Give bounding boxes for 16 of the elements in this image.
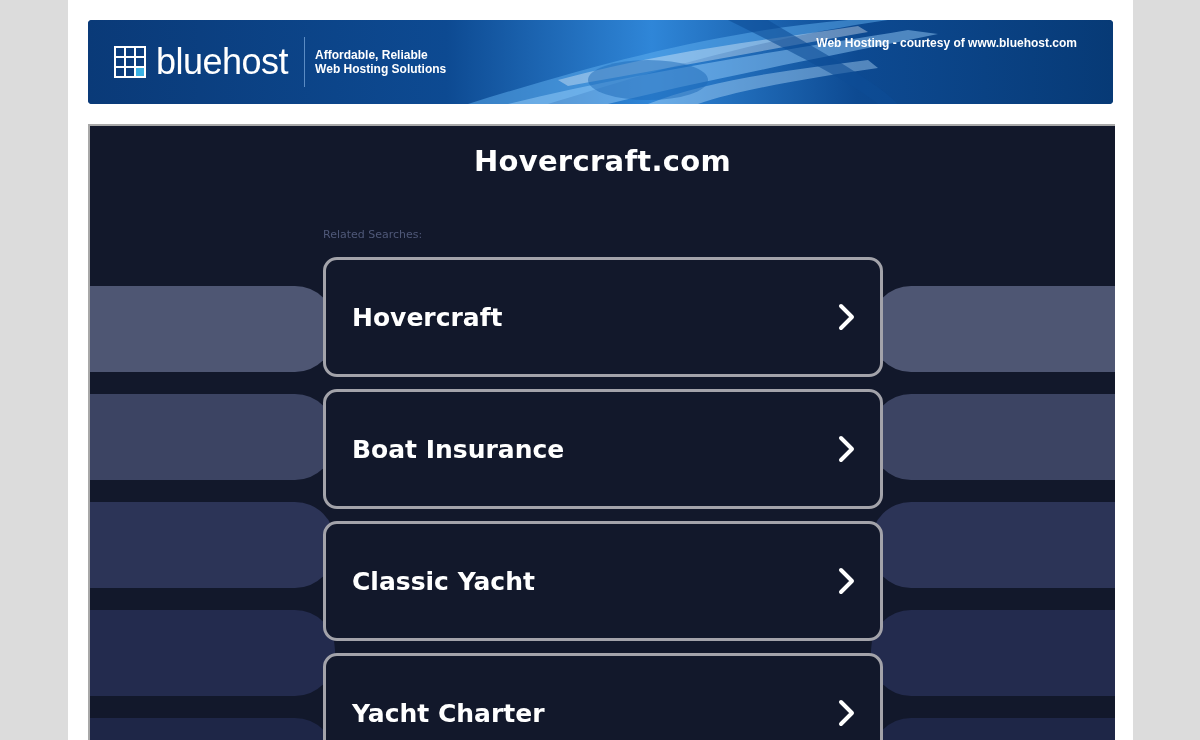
tagline: Affordable, Reliable xyxy=(315,48,429,62)
logo-text: bluehost xyxy=(156,41,289,83)
grid-logo-icon xyxy=(114,46,146,78)
site-title: Hovercraft.com xyxy=(472,144,733,178)
related-label: Related Searches: xyxy=(323,228,424,241)
search-link[interactable]: Boat Insurance xyxy=(323,389,883,509)
chevron-right-icon xyxy=(838,435,856,463)
chevron-right-icon xyxy=(838,303,856,331)
ad-banner[interactable]: bluehost Affordable, Reliable Web Hosting Solutions Web Hosting - courtesy of www.bluehost.com xyxy=(88,20,1113,104)
chevron-right-icon xyxy=(838,567,856,595)
chevron-right-icon xyxy=(838,699,856,727)
tagline: Web Hosting Solutions xyxy=(315,62,447,76)
search-link[interactable]: Yacht Charter xyxy=(323,653,883,740)
search-link[interactable]: Hovercraft xyxy=(323,257,883,377)
courtesy-text: Web Hosting - courtesy of www.bluehost.com xyxy=(816,36,1077,50)
search-link[interactable]: Classic Yacht xyxy=(323,521,883,641)
